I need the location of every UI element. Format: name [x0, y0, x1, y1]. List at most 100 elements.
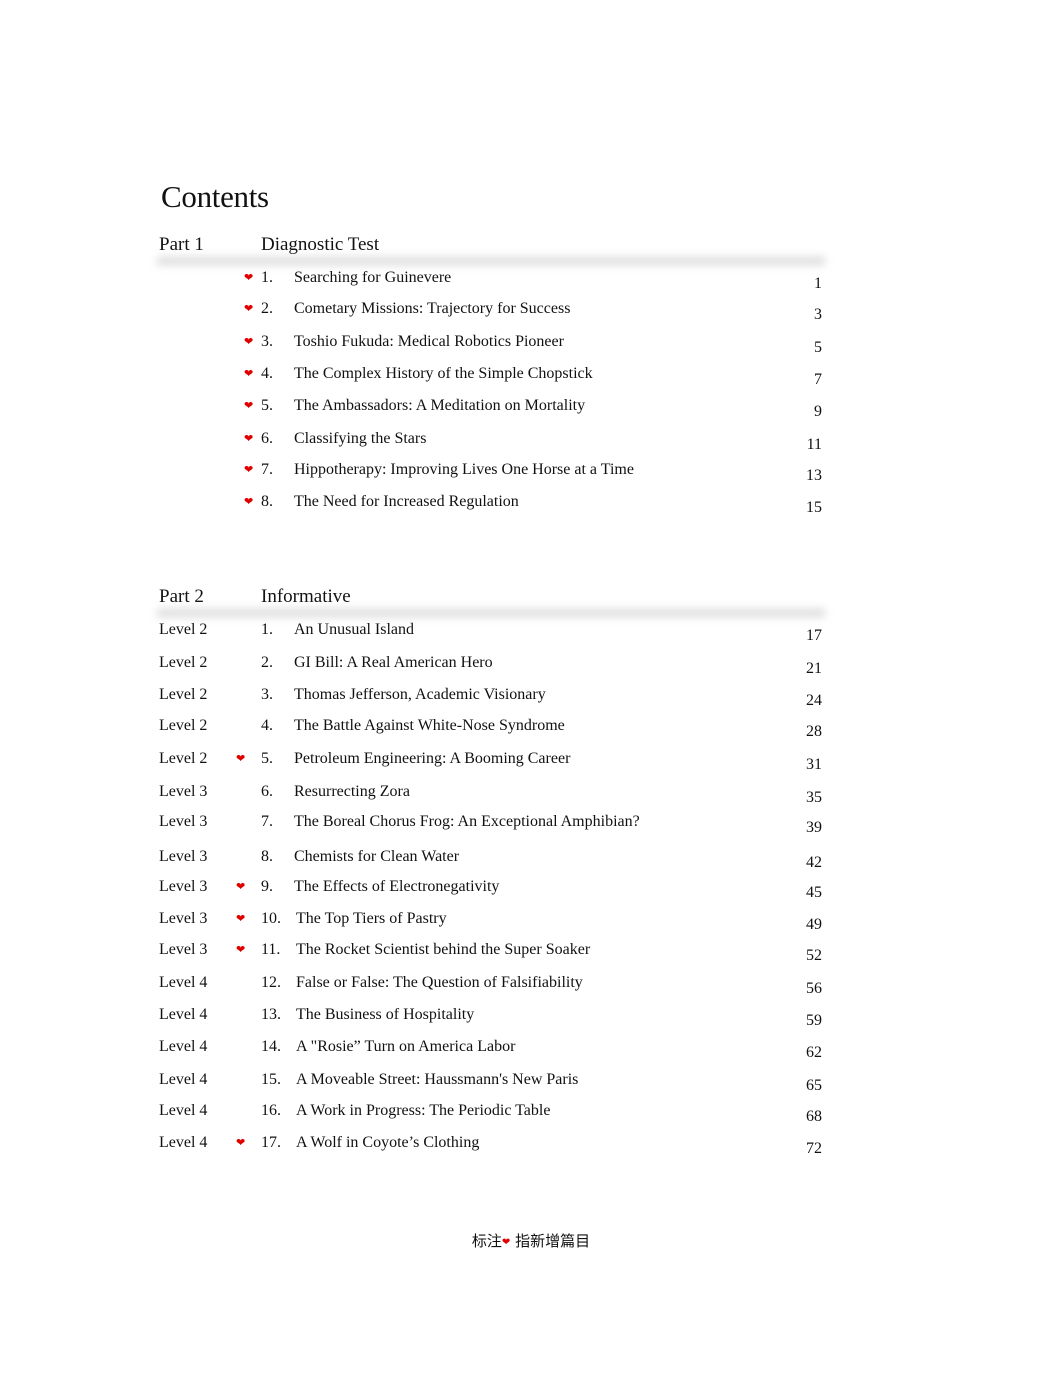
entry-number: 12. [261, 974, 281, 991]
entry-number: 5. [261, 397, 273, 414]
toc-entry[interactable]: Level 3 6. Resurrecting Zora 35 [0, 782, 1062, 806]
toc-entry[interactable]: Level 4 ❤ 17. A Wolf in Coyote’s Clothing 72 [0, 1133, 1062, 1157]
entry-title[interactable]: The Battle Against White-Nose Syndrome [294, 716, 565, 736]
legend-footnote: 标注❤ 指新增篇目 [0, 1231, 1062, 1253]
entry-number: 2. [261, 654, 273, 671]
toc-entry[interactable]: ❤ 2. Cometary Missions: Trajectory for Suc… [0, 299, 1062, 323]
entry-title[interactable]: The Effects of Electronegativity [294, 877, 499, 897]
heart-icon: ❤ [244, 464, 254, 476]
entry-title[interactable]: Resurrecting Zora [294, 782, 410, 802]
heart-icon: ❤ [244, 400, 254, 412]
entry-page-number: 9 [814, 403, 822, 420]
toc-entry[interactable]: ❤ 1. Searching for Guinevere 1 [0, 268, 1062, 292]
heart-icon: ❤ [236, 753, 246, 765]
entry-number: 17. [261, 1134, 281, 1151]
toc-entry[interactable]: Level 2 3. Thomas Jefferson, Academic Visi… [0, 685, 1062, 709]
entry-number: 6. [261, 430, 273, 447]
entry-title[interactable]: A Wolf in Coyote’s Clothing [296, 1133, 479, 1153]
entry-title[interactable]: Thomas Jefferson, Academic Visionary [294, 685, 546, 705]
entry-level: Level 4 [159, 1102, 208, 1119]
entry-number: 8. [261, 848, 273, 865]
entry-number: 10. [261, 910, 281, 927]
heart-icon: ❤ [244, 433, 254, 445]
toc-entry[interactable]: ❤ 4. The Complex History of the Simple Cho… [0, 364, 1062, 388]
entry-title[interactable]: GI Bill: A Real American Hero [294, 653, 493, 673]
entry-title[interactable]: A Moveable Street: Haussmann's New Paris [296, 1070, 578, 1090]
entry-number: 4. [261, 365, 273, 382]
section-divider [156, 256, 826, 266]
toc-entry[interactable]: Level 2 ❤ 5. Petroleum Engineering: A Boomi… [0, 749, 1062, 773]
entry-page-number: 31 [806, 756, 822, 773]
toc-entry[interactable]: Level 3 ❤ 11. The Rocket Scientist behind t… [0, 940, 1062, 964]
entry-page-number: 13 [806, 467, 822, 484]
toc-entry[interactable]: Level 2 4. The Battle Against White-Nose S… [0, 716, 1062, 740]
entry-page-number: 39 [806, 819, 822, 836]
toc-entry[interactable]: Level 2 1. An Unusual Island 17 [0, 620, 1062, 644]
entry-title[interactable]: Toshio Fukuda: Medical Robotics Pioneer [294, 332, 564, 352]
entry-number: 5. [261, 750, 273, 767]
entry-title[interactable]: The Ambassadors: A Meditation on Mortali… [294, 396, 585, 416]
entry-level: Level 3 [159, 783, 208, 800]
entry-number: 16. [261, 1102, 281, 1119]
entry-level: Level 3 [159, 910, 208, 927]
entry-level: Level 4 [159, 1038, 208, 1055]
entry-number: 3. [261, 333, 273, 350]
entry-title[interactable]: Chemists for Clean Water [294, 847, 459, 867]
toc-entry[interactable]: Level 3 7. The Boreal Chorus Frog: An Exce… [0, 812, 1062, 836]
entry-page-number: 28 [806, 723, 822, 740]
entry-title[interactable]: False or False: The Question of Falsifia… [296, 973, 583, 993]
heart-icon: ❤ [236, 1137, 246, 1149]
entry-title[interactable]: A Work in Progress: The Periodic Table [296, 1101, 550, 1121]
entry-title[interactable]: The Boreal Chorus Frog: An Exceptional A… [294, 812, 640, 832]
entry-number: 4. [261, 717, 273, 734]
part-name: Informative [261, 586, 351, 607]
entry-page-number: 15 [806, 499, 822, 516]
entry-title[interactable]: The Need for Increased Regulation [294, 492, 519, 512]
entry-title[interactable]: Hippotherapy: Improving Lives One Horse … [294, 460, 634, 480]
entry-page-number: 1 [814, 275, 822, 292]
toc-entry[interactable]: Level 3 ❤ 10. The Top Tiers of Pastry 49 [0, 909, 1062, 933]
toc-entry[interactable]: Level 4 12. False or False: The Question o… [0, 973, 1062, 997]
entry-title[interactable]: Cometary Missions: Trajectory for Succes… [294, 299, 570, 319]
entry-title[interactable]: The Rocket Scientist behind the Super So… [296, 940, 590, 960]
entry-level: Level 4 [159, 1134, 208, 1151]
entry-number: 15. [261, 1071, 281, 1088]
heart-icon: ❤ [244, 272, 254, 284]
entry-level: Level 3 [159, 848, 208, 865]
entry-title[interactable]: An Unusual Island [294, 620, 414, 640]
toc-entry[interactable]: ❤ 5. The Ambassadors: A Meditation on Mort… [0, 396, 1062, 420]
heart-icon: ❤ [244, 336, 254, 348]
entry-level: Level 2 [159, 621, 208, 638]
toc-entry[interactable]: ❤ 8. The Need for Increased Regulation 15 [0, 492, 1062, 516]
heart-icon: ❤ [244, 303, 254, 315]
entry-level: Level 4 [159, 974, 208, 991]
toc-entry[interactable]: ❤ 7. Hippotherapy: Improving Lives One Hor… [0, 460, 1062, 484]
toc-entry[interactable]: Level 3 ❤ 9. The Effects of Electronegativi… [0, 877, 1062, 901]
entry-title[interactable]: The Business of Hospitality [296, 1005, 474, 1025]
entry-title[interactable]: Petroleum Engineering: A Booming Career [294, 749, 570, 769]
toc-entry[interactable]: Level 3 8. Chemists for Clean Water 42 [0, 847, 1062, 871]
toc-entry[interactable]: Level 4 16. A Work in Progress: The Period… [0, 1101, 1062, 1125]
entry-level: Level 2 [159, 750, 208, 767]
entry-level: Level 2 [159, 654, 208, 671]
part-name: Diagnostic Test [261, 234, 380, 255]
entry-page-number: 42 [806, 854, 822, 871]
toc-entry[interactable]: ❤ 6. Classifying the Stars 11 [0, 429, 1062, 453]
entry-title[interactable]: Classifying the Stars [294, 429, 426, 449]
entry-level: Level 3 [159, 878, 208, 895]
entry-title[interactable]: A "Rosie” Turn on America Labor [296, 1037, 515, 1057]
entry-title[interactable]: The Complex History of the Simple Chopst… [294, 364, 593, 384]
toc-entry[interactable]: Level 2 2. GI Bill: A Real American Hero 21 [0, 653, 1062, 677]
entry-page-number: 65 [806, 1077, 822, 1094]
heart-icon: ❤ [244, 368, 254, 380]
entry-title[interactable]: The Top Tiers of Pastry [296, 909, 447, 929]
entry-number: 9. [261, 878, 273, 895]
entry-number: 1. [261, 621, 273, 638]
toc-entry[interactable]: Level 4 14. A "Rosie” Turn on America Labo… [0, 1037, 1062, 1061]
toc-entry[interactable]: Level 4 13. The Business of Hospitality 59 [0, 1005, 1062, 1029]
toc-entry[interactable]: Level 4 15. A Moveable Street: Haussmann's… [0, 1070, 1062, 1094]
entry-page-number: 5 [814, 339, 822, 356]
entry-page-number: 59 [806, 1012, 822, 1029]
entry-title[interactable]: Searching for Guinevere [294, 268, 451, 288]
toc-entry[interactable]: ❤ 3. Toshio Fukuda: Medical Robotics Pione… [0, 332, 1062, 356]
